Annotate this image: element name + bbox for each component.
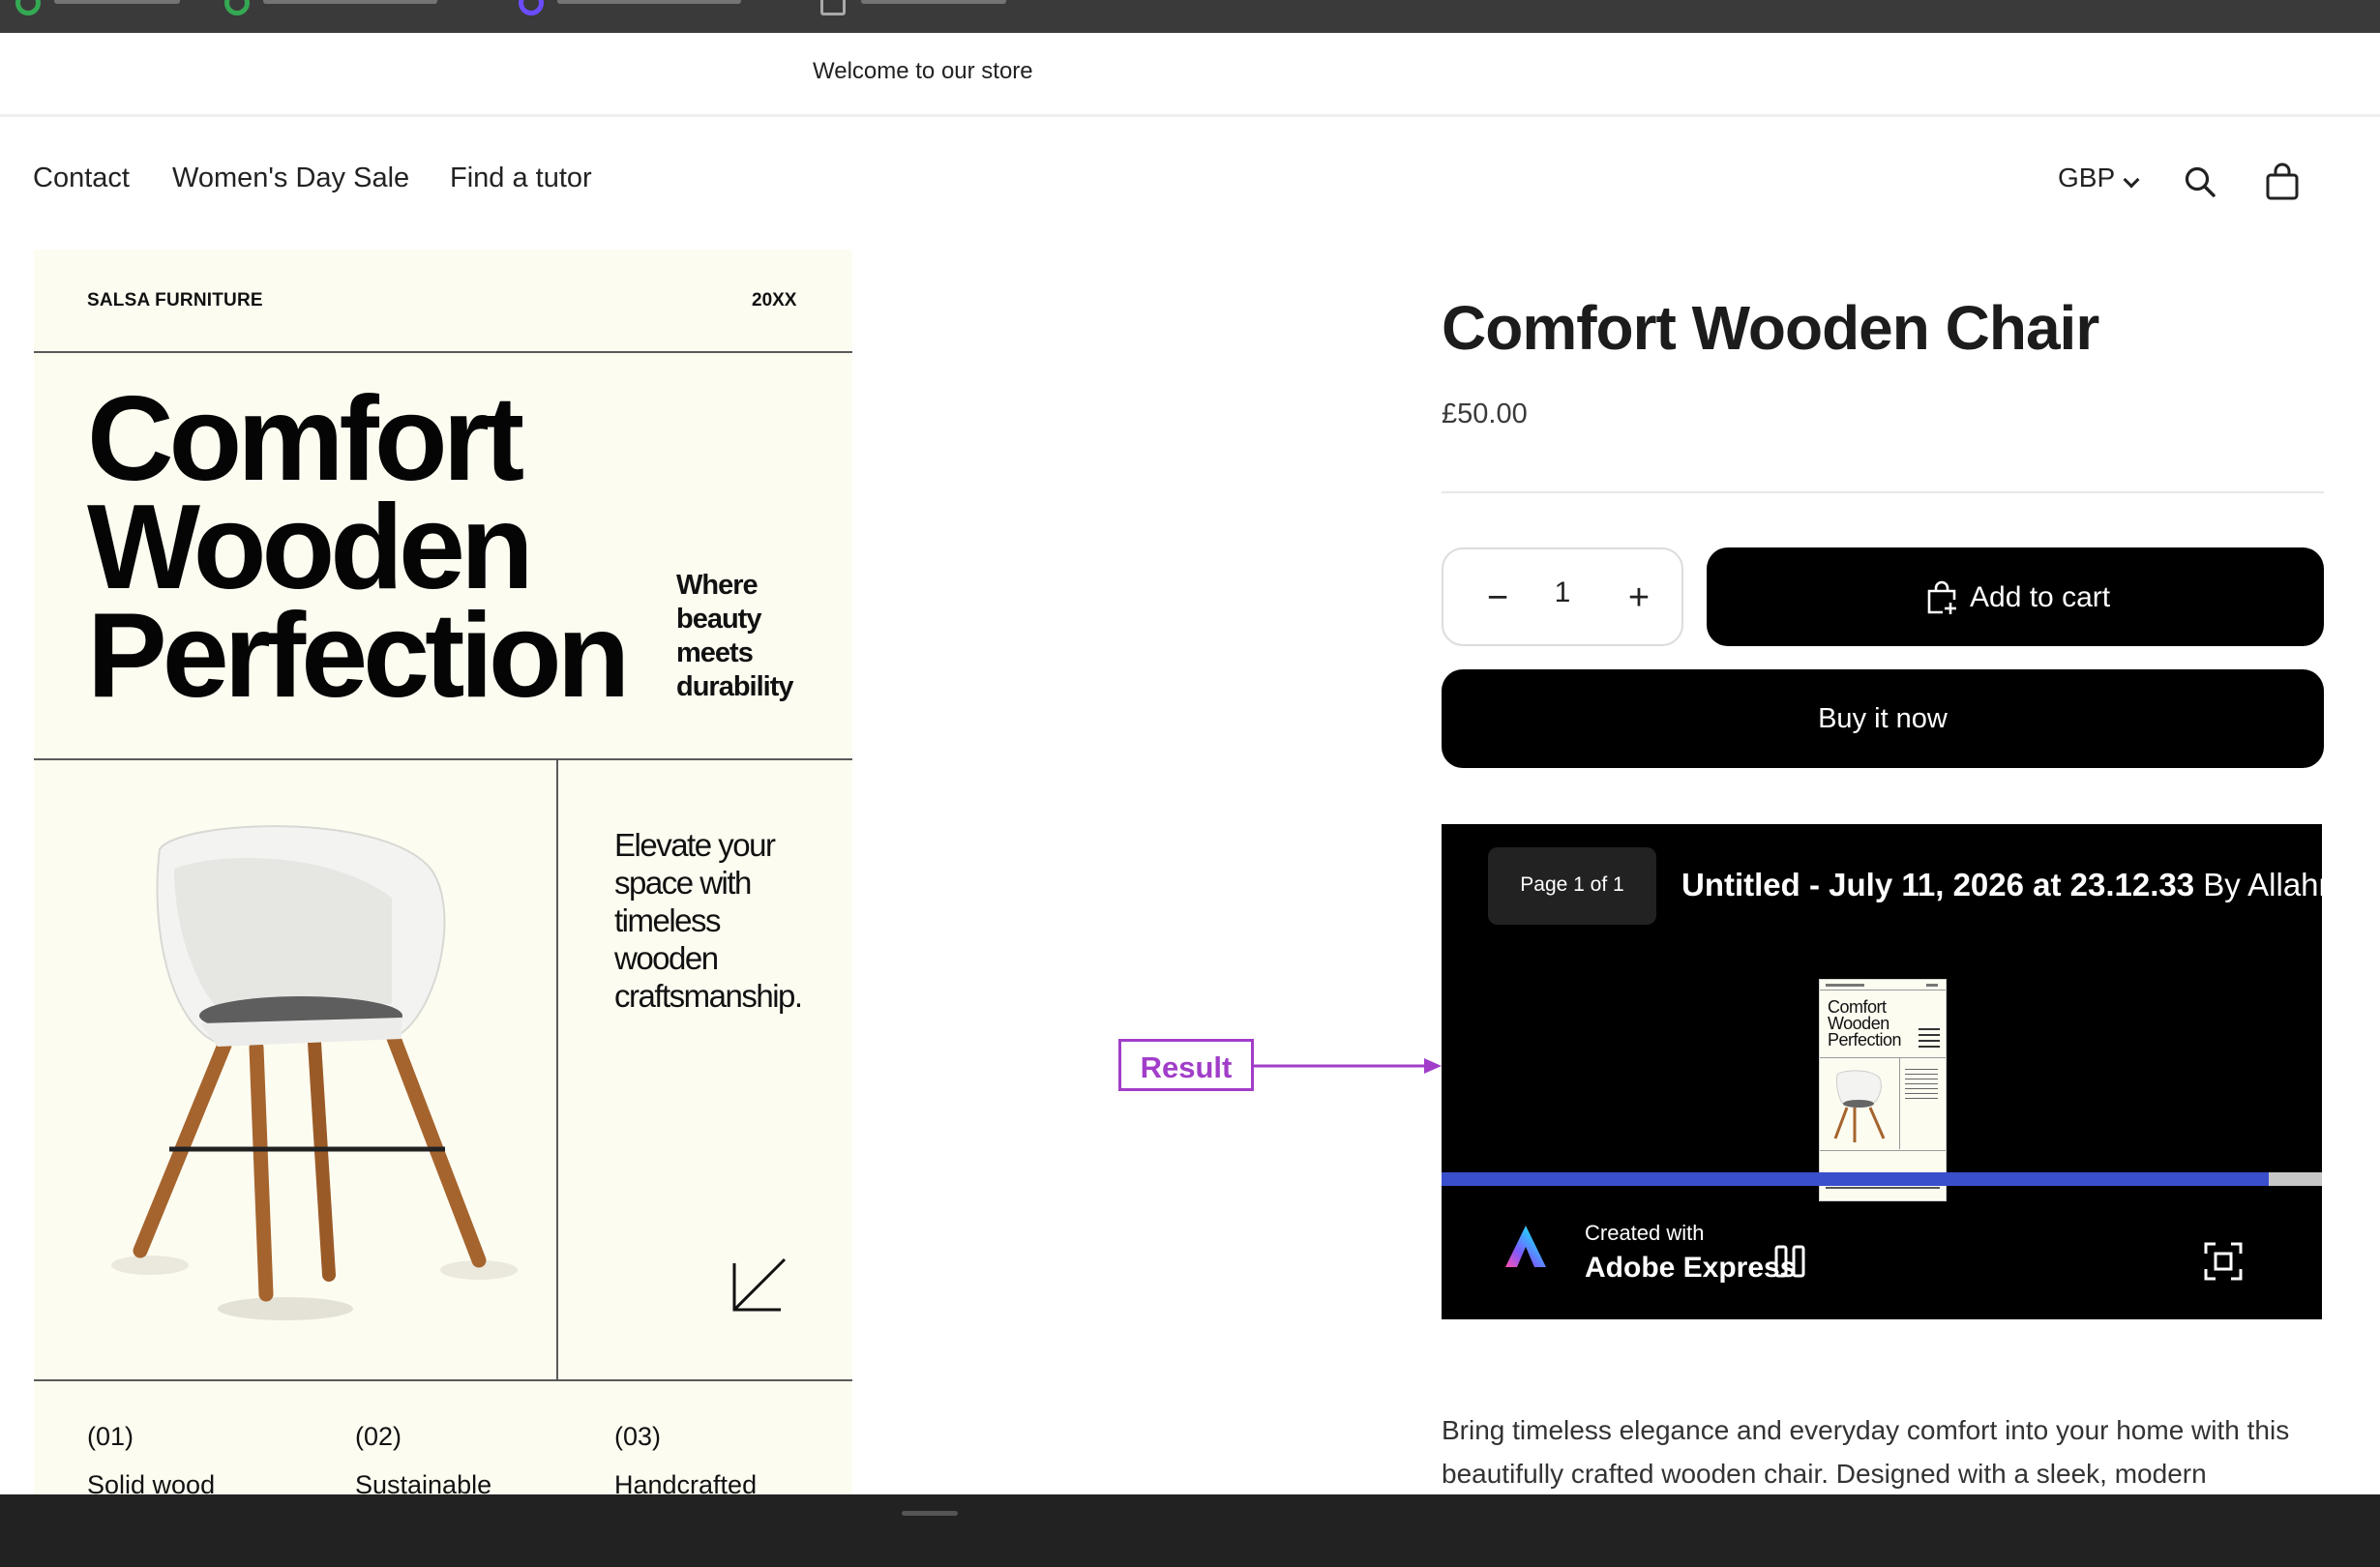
nav-link-womens-day-sale[interactable]: Women's Day Sale [172, 163, 409, 194]
chevron-down-icon[interactable] [2123, 171, 2140, 189]
poster-divider [34, 758, 852, 760]
feature-label: Sustainable [355, 1470, 492, 1497]
bottom-system-bar [0, 1494, 2380, 1567]
page-badge: Page 1 of 1 [1488, 847, 1656, 925]
bookmark-label[interactable] [861, 0, 1006, 4]
home-indicator[interactable] [902, 1511, 958, 1516]
feature-label: Handcrafted [614, 1470, 758, 1497]
quantity-input[interactable]: 1 [1538, 577, 1587, 609]
chair-image [1833, 1070, 1886, 1142]
add-to-cart-label: Add to cart [1970, 581, 2111, 613]
nav-link-contact[interactable]: Contact [33, 163, 130, 194]
poster-elevate-text: Elevate your space with timeless wooden … [614, 827, 803, 1014]
product-description: Bring timeless elegance and everyday com… [1442, 1415, 2290, 1489]
annotation-arrow-icon [1254, 1058, 1442, 1074]
product-price: £50.00 [1442, 399, 1528, 429]
quantity-increase-button[interactable]: + [1610, 571, 1668, 625]
progress-fill [1442, 1172, 2270, 1186]
poster-title: Comfort Wooden Perfection [87, 372, 630, 723]
thumbnail-title: Comfort Wooden Perfection [1828, 997, 1902, 1050]
adobe-express-brand: Adobe Express [1585, 1252, 1797, 1284]
product-image-poster[interactable]: SALSA FURNITURE 20XX Comfort Wooden Perf… [34, 250, 852, 1497]
product-title: Comfort Wooden Chair [1442, 293, 2099, 363]
feature-number: (01) [87, 1422, 134, 1451]
created-with-label: Created with [1585, 1221, 1705, 1245]
poster-divider [34, 351, 852, 353]
nav-link-find-a-tutor[interactable]: Find a tutor [450, 163, 592, 194]
poster-divider [34, 1379, 852, 1381]
bookmark-label[interactable] [54, 0, 180, 4]
embed-title: Untitled - July 11, 2026 at 23.12.33 By … [1681, 867, 2322, 902]
adobe-express-logo-icon [1505, 1226, 1546, 1267]
bookmark-label[interactable] [557, 0, 741, 4]
bookmark-label[interactable] [263, 0, 437, 4]
feature-number: (03) [614, 1422, 662, 1451]
currency-selector[interactable]: GBP [2058, 163, 2115, 193]
quantity-decrease-button[interactable]: − [1469, 571, 1527, 625]
announcement-text: Welcome to our store [813, 58, 1033, 84]
poster-divider [556, 758, 558, 1379]
poster-year: 20XX [752, 290, 797, 310]
bookmark-icon[interactable] [224, 0, 250, 15]
poster-tagline: Where beauty meets durability [676, 570, 794, 702]
product-divider [1442, 491, 2324, 493]
result-annotation: Result [1118, 1039, 1254, 1091]
chair-image [111, 825, 518, 1320]
feature-number: (02) [355, 1422, 402, 1451]
pause-icon[interactable] [1772, 1244, 1807, 1279]
announcement-bar: Welcome to our store [0, 33, 2380, 117]
buy-it-now-label: Buy it now [1818, 703, 1948, 734]
adobe-express-embed[interactable]: Page 1 of 1 Untitled - July 11, 2026 at … [1442, 824, 2322, 1319]
cart-add-icon [1927, 580, 1956, 614]
bookmark-folder-icon[interactable] [820, 0, 846, 15]
search-icon[interactable] [2184, 165, 2216, 198]
fullscreen-icon[interactable] [2204, 1242, 2243, 1281]
poster-brand: SALSA FURNITURE [87, 290, 263, 310]
bookmark-icon[interactable] [15, 0, 41, 15]
embed-poster-thumbnail[interactable]: Comfort Wooden Perfection [1819, 979, 1947, 1201]
cart-bag-icon[interactable] [2264, 163, 2301, 201]
bookmark-icon[interactable] [519, 0, 544, 15]
arrow-down-left-icon [732, 1257, 787, 1312]
browser-bookmarks-bar [0, 0, 2380, 33]
feature-label: Solid wood [87, 1470, 216, 1497]
